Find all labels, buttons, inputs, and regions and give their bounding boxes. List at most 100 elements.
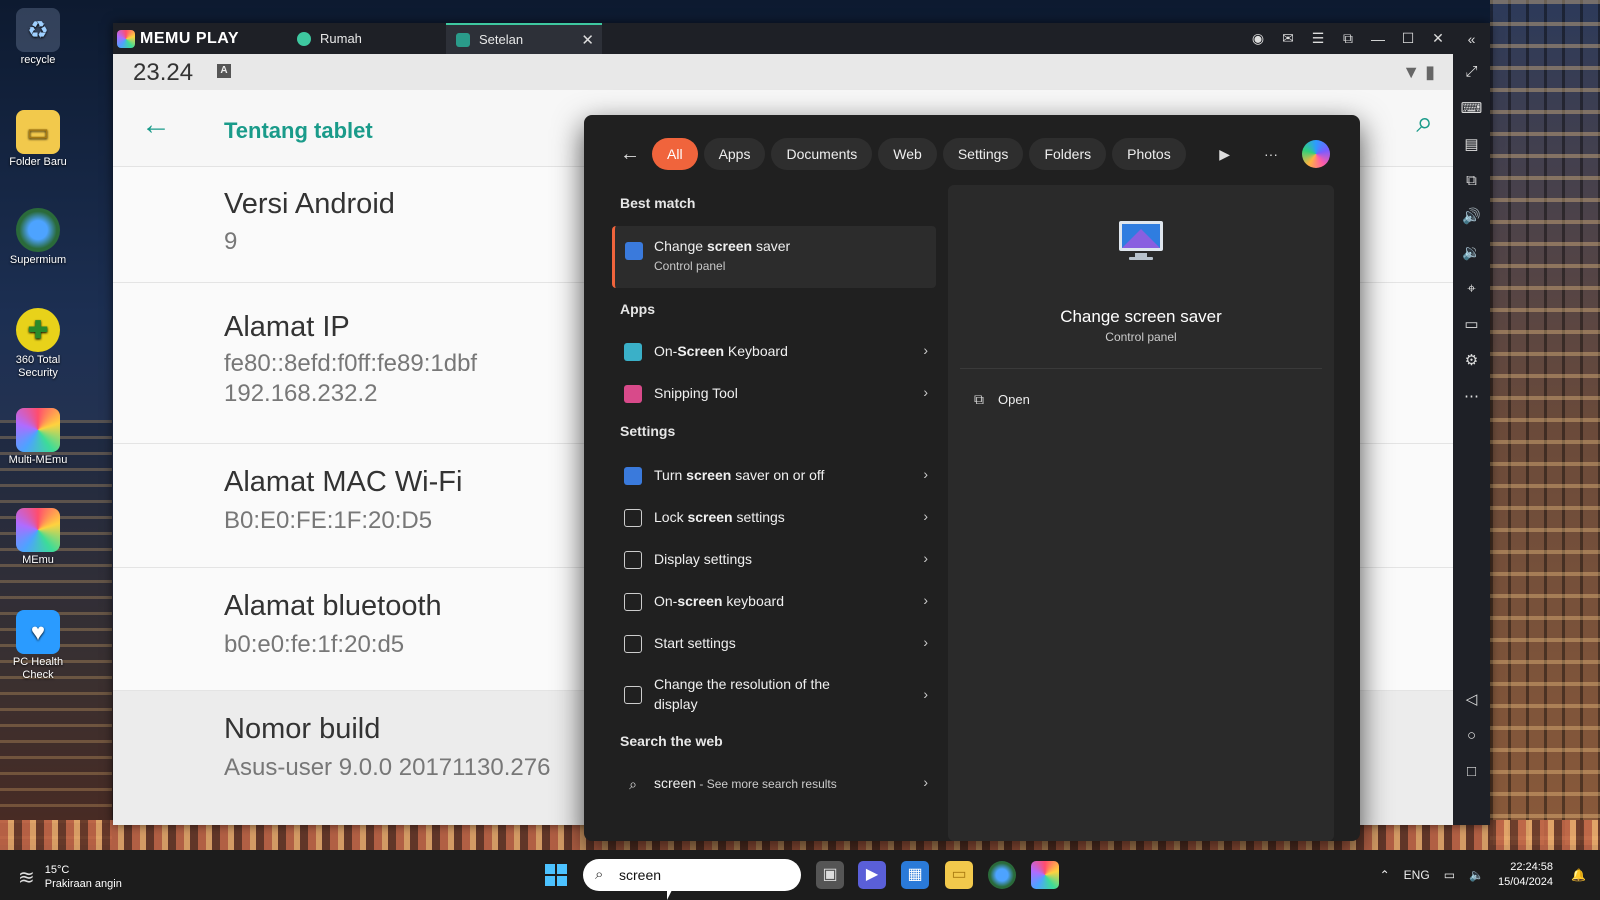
desktop-icon-supermium[interactable]: Supermium	[0, 208, 76, 267]
apk-install-icon[interactable]: ▤	[1453, 132, 1490, 158]
memu-logo: MEMU PLAY	[117, 28, 239, 50]
keyboard-app-icon	[624, 343, 642, 361]
mail-icon[interactable]: ✉	[1273, 30, 1303, 47]
result-lock-screen-settings[interactable]: Lock screen settings ›	[612, 499, 932, 537]
copilot-icon[interactable]	[1302, 140, 1330, 168]
preview-divider	[960, 368, 1322, 369]
keyboard-icon	[624, 593, 642, 611]
task-view-icon[interactable]: ▣	[816, 861, 844, 889]
result-on-screen-keyboard-setting[interactable]: On-screen keyboard ›	[612, 583, 932, 621]
info-title: Alamat IP	[224, 311, 350, 343]
file-explorer-icon[interactable]: ▭	[945, 861, 973, 889]
tab-label: Setelan	[479, 32, 524, 47]
filter-apps[interactable]: Apps	[703, 138, 766, 170]
weather-desc: Prakiraan angin	[44, 878, 122, 890]
memu-brand: MEMU PLAY	[140, 30, 240, 47]
weather-widget[interactable]: ≋ 15°C Prakiraan angin	[18, 863, 122, 891]
lock-screen-icon	[624, 509, 642, 527]
health-icon: ♥	[16, 610, 60, 654]
location-icon[interactable]: ⌖	[1453, 276, 1490, 302]
memu-icon	[16, 508, 60, 552]
close-window-icon[interactable]: ✕	[1423, 30, 1453, 47]
shield-plus-icon: ✚	[16, 308, 60, 352]
memu-icon[interactable]	[1031, 861, 1059, 889]
back-arrow-icon[interactable]: ←	[620, 143, 640, 166]
preview-title: Change screen saver	[1060, 307, 1222, 326]
display-icon	[624, 686, 642, 704]
taskbar-search-input[interactable]: ⌕ screen	[583, 859, 801, 891]
search-icon: ⌕	[595, 866, 604, 883]
multi-window-icon[interactable]: ⧉	[1453, 168, 1490, 194]
chevron-up-icon[interactable]: ⌃	[1380, 868, 1390, 882]
section-settings: Settings	[620, 423, 676, 439]
filter-documents[interactable]: Documents	[771, 138, 873, 170]
desktop-icon-folder-baru[interactable]: ▭ Folder Baru	[0, 110, 76, 169]
language-indicator[interactable]: ENG	[1404, 868, 1430, 882]
best-match-result[interactable]: Change screen saver Control panel	[612, 226, 936, 288]
filter-settings[interactable]: Settings	[942, 138, 1024, 170]
desktop-icon-multi-memu[interactable]: Multi-MEmu	[0, 408, 76, 467]
teams-icon[interactable]: ▶	[858, 861, 886, 889]
result-on-screen-keyboard[interactable]: On-Screen Keyboard ›	[612, 333, 932, 371]
tab-rumah[interactable]: Rumah	[291, 23, 439, 54]
keyboard-icon[interactable]: ⌨	[1453, 96, 1490, 122]
taskbar: ≋ 15°C Prakiraan angin ⌕ screen ▣ ▶ ▦ ▭ …	[0, 850, 1600, 900]
gear-icon[interactable]: ⚙	[1453, 348, 1490, 374]
result-change-resolution[interactable]: Change the resolution of the display ›	[612, 667, 932, 723]
screen-mode-icon[interactable]: ⧉	[1333, 30, 1363, 47]
search-filters: ← All Apps Documents Web Settings Folder…	[620, 138, 1192, 170]
close-icon[interactable]: ✕	[581, 31, 594, 49]
result-snipping-tool[interactable]: Snipping Tool ›	[612, 375, 932, 413]
result-turn-screen-saver[interactable]: Turn screen saver on or off ›	[612, 457, 932, 495]
open-button[interactable]: ⧉ Open	[974, 391, 1030, 408]
android-recents-icon[interactable]: □	[1453, 759, 1490, 785]
account-icon[interactable]: ◉	[1243, 30, 1273, 47]
back-arrow-icon[interactable]: ←	[141, 108, 171, 142]
info-value: Asus-user 9.0.0 20171130.276	[224, 754, 551, 781]
android-status-bar: 23.24 A ▼ ▮	[113, 54, 1453, 90]
result-label-line2: display	[654, 696, 698, 712]
android-home-icon[interactable]: ○	[1453, 723, 1490, 749]
snipping-tool-icon	[624, 385, 642, 403]
play-icon[interactable]: ▶	[1219, 146, 1230, 163]
volume-down-icon[interactable]: 🔉	[1453, 240, 1490, 266]
filter-folders[interactable]: Folders	[1029, 138, 1107, 170]
maximize-icon[interactable]: ☐	[1393, 30, 1423, 47]
speaker-icon[interactable]: 🔈	[1469, 868, 1484, 882]
result-start-settings[interactable]: Start settings ›	[612, 625, 932, 663]
wifi-battery-icon: ▼ ▮	[1402, 62, 1435, 82]
more-icon[interactable]: ⋯	[1453, 384, 1490, 410]
notification-bell-icon[interactable]: 🔔	[1571, 868, 1586, 882]
info-value: 9	[224, 228, 238, 255]
desktop-icon-recycle[interactable]: ♻ recycle	[0, 8, 76, 67]
screen-saver-icon	[625, 242, 643, 260]
result-web-search[interactable]: ⌕ screen - See more search results ›	[612, 765, 932, 803]
minimize-icon[interactable]: —	[1363, 31, 1393, 47]
more-options-button[interactable]: ···	[1264, 146, 1278, 162]
tab-setelan[interactable]: Setelan ✕	[446, 23, 602, 54]
collapse-sidebar-icon[interactable]: «	[1453, 31, 1490, 47]
home-icon	[297, 31, 311, 46]
search-icon[interactable]: ⌕	[1416, 106, 1433, 140]
desktop-icon-pc-health-check[interactable]: ♥ PC Health Check	[0, 610, 76, 682]
filter-web[interactable]: Web	[878, 138, 937, 170]
start-button[interactable]	[545, 864, 567, 886]
filter-all[interactable]: All	[652, 138, 698, 170]
screen-saver-icon	[1119, 221, 1163, 260]
folder-share-icon[interactable]: ▭	[1453, 312, 1490, 338]
filter-photos[interactable]: Photos	[1112, 138, 1186, 170]
browser-icon[interactable]	[988, 861, 1016, 889]
desktop-icon-memu[interactable]: MEmu	[0, 508, 76, 567]
android-back-icon[interactable]: ◁	[1453, 687, 1490, 713]
network-icon[interactable]: ▭	[1444, 868, 1455, 882]
result-display-settings[interactable]: Display settings ›	[612, 541, 932, 579]
info-value: b0:e0:fe:1f:20:d5	[224, 631, 405, 658]
clock[interactable]: 22:24:58 15/04/2024	[1498, 860, 1553, 890]
store-icon[interactable]: ▦	[901, 861, 929, 889]
fullscreen-icon[interactable]: ⤢	[1453, 59, 1490, 85]
menu-icon[interactable]: ☰	[1303, 30, 1333, 47]
desktop-icon-360-total-security[interactable]: ✚ 360 Total Security	[0, 308, 76, 380]
volume-up-icon[interactable]: 🔊	[1453, 204, 1490, 230]
result-label: Display settings	[654, 551, 753, 567]
filter-extras: ▶ ···	[1185, 138, 1330, 170]
